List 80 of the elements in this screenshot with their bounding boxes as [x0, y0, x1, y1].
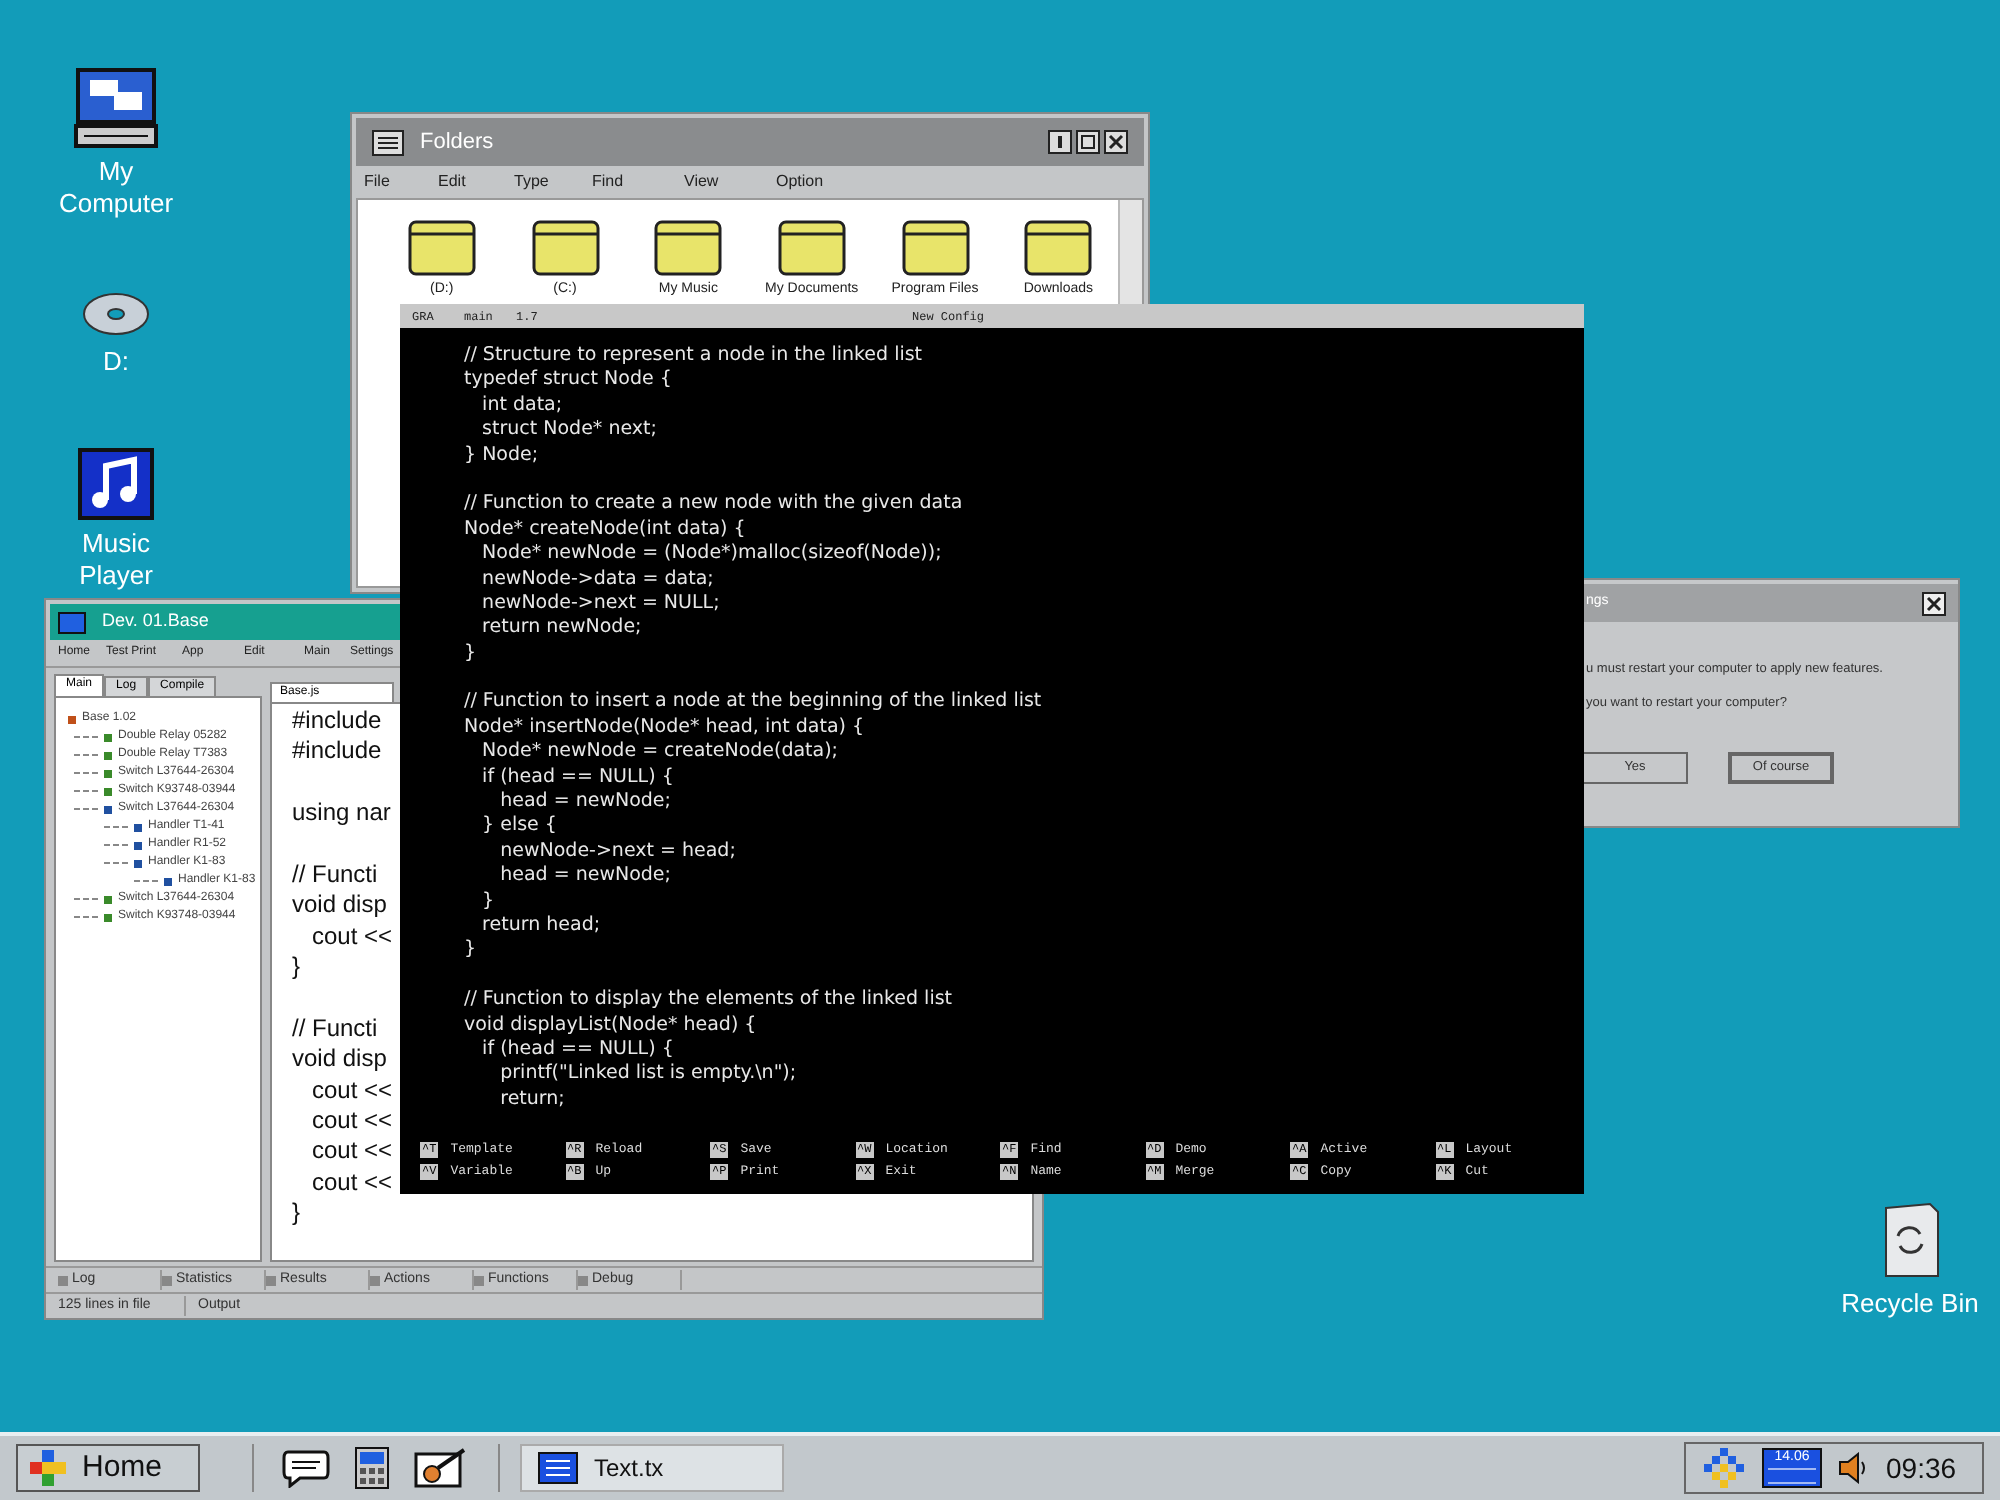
desktop-icon-label: D: — [101, 346, 131, 378]
code-line: printf("Linked list is empty.\n"); — [498, 1062, 797, 1088]
folder-icon[interactable] — [1024, 220, 1093, 276]
home-button[interactable]: Home — [16, 1444, 200, 1492]
code-line: void disp — [292, 890, 387, 922]
task-button[interactable]: Text.tx — [520, 1444, 784, 1492]
code-line: typedef struct Node { — [464, 368, 672, 394]
code-line: head = newNode; — [498, 864, 671, 890]
code-line: struct Node* next; — [480, 418, 657, 444]
desktop-icon-label: Music Player — [77, 528, 155, 592]
code-line: cout << — [310, 1106, 393, 1137]
scrollbar[interactable] — [1118, 200, 1142, 308]
code-line: } else { — [480, 814, 557, 840]
code-line: #include — [292, 736, 382, 768]
code-line: } — [292, 1198, 301, 1230]
menu-item[interactable]: File — [364, 170, 438, 194]
code-line: head = newNode; — [498, 790, 671, 815]
calculator-icon[interactable] — [354, 1446, 390, 1490]
code-line: } — [464, 641, 477, 667]
paint-brush-icon[interactable] — [414, 1448, 466, 1488]
code-line: using nar — [292, 798, 391, 830]
menu-icon[interactable] — [372, 129, 404, 155]
code-line: if (head == NULL) { — [480, 765, 674, 791]
folder-icon[interactable] — [777, 220, 846, 276]
home-grid-icon — [30, 1450, 66, 1486]
code-line: } Node; — [464, 443, 539, 468]
code-line: cout << — [310, 921, 393, 953]
code-line: newNode->data = data; — [480, 567, 714, 592]
close-icon[interactable] — [1922, 591, 1946, 615]
speaker-icon[interactable] — [1838, 1452, 1870, 1484]
code-line: void displayList(Node* head) { — [464, 1013, 757, 1038]
code-line: Node* newNode = createNode(data); — [480, 740, 839, 766]
code-line: newNode->next = NULL; — [480, 591, 720, 617]
menu-item[interactable]: Option — [776, 170, 856, 194]
folder-icon[interactable] — [407, 220, 476, 276]
code-line: // Function to create a new node with the given data — [464, 492, 963, 518]
code-line: } — [480, 889, 495, 914]
desktop-icon-label: Recycle Bin — [1840, 1288, 1980, 1320]
code-line: // Functi — [292, 859, 378, 891]
menu-item[interactable]: Find — [592, 170, 684, 194]
code-line: return head; — [480, 913, 601, 939]
code-line: Node* insertNode(Node* head, int data) { — [464, 715, 865, 741]
code-line: } — [292, 952, 301, 984]
maximize-icon[interactable] — [1076, 130, 1100, 154]
window-icon[interactable] — [58, 611, 86, 633]
menu-item[interactable]: View — [684, 170, 776, 194]
music-note-icon[interactable] — [78, 448, 154, 520]
code-line: return; — [498, 1087, 565, 1113]
document-icon — [538, 1452, 578, 1484]
menu-item[interactable]: Edit — [438, 170, 514, 194]
folder-icon[interactable] — [901, 220, 970, 276]
code-line: // Functi — [292, 1013, 378, 1045]
clock: 09:36 — [1886, 1449, 1957, 1487]
network-grid-icon[interactable] — [1702, 1448, 1746, 1488]
close-icon[interactable] — [1104, 130, 1128, 154]
computer-icon[interactable] — [74, 68, 158, 148]
code-line: } — [464, 938, 477, 964]
code-line: #include — [292, 706, 382, 737]
menu-item[interactable]: Type — [514, 170, 592, 194]
code-line: return newNode; — [480, 616, 642, 642]
desktop-icon-label: My Computer — [56, 156, 176, 220]
disc-icon[interactable] — [80, 290, 152, 338]
folder-icon[interactable] — [531, 220, 599, 276]
code-line: // Function to insert a node at the beginning of the linked list — [464, 690, 1042, 716]
folder-icon[interactable] — [654, 220, 723, 276]
code-line: // Structure to represent a node in the linked list — [464, 344, 923, 369]
minimize-icon[interactable] — [1048, 130, 1072, 154]
code-line: Node* newNode = (Node*)malloc(sizeof(Node)); — [480, 542, 942, 568]
code-line: Node* createNode(int data) { — [464, 517, 746, 543]
chat-bubble-icon[interactable] — [282, 1448, 330, 1488]
code-line: int data; — [480, 393, 563, 419]
code-line: cout << — [310, 1136, 393, 1168]
code-line: cout << — [310, 1167, 393, 1199]
code-line: // Function to display the elements of the linked list — [464, 988, 953, 1014]
code-line: newNode->next = head; — [498, 839, 736, 865]
code-line: if (head == NULL) { — [480, 1037, 674, 1063]
code-line: cout << — [310, 1075, 393, 1107]
window-title: Dev. 01.Base — [102, 608, 209, 635]
window-title: Folders — [420, 127, 494, 158]
code-line: void disp — [292, 1044, 387, 1076]
